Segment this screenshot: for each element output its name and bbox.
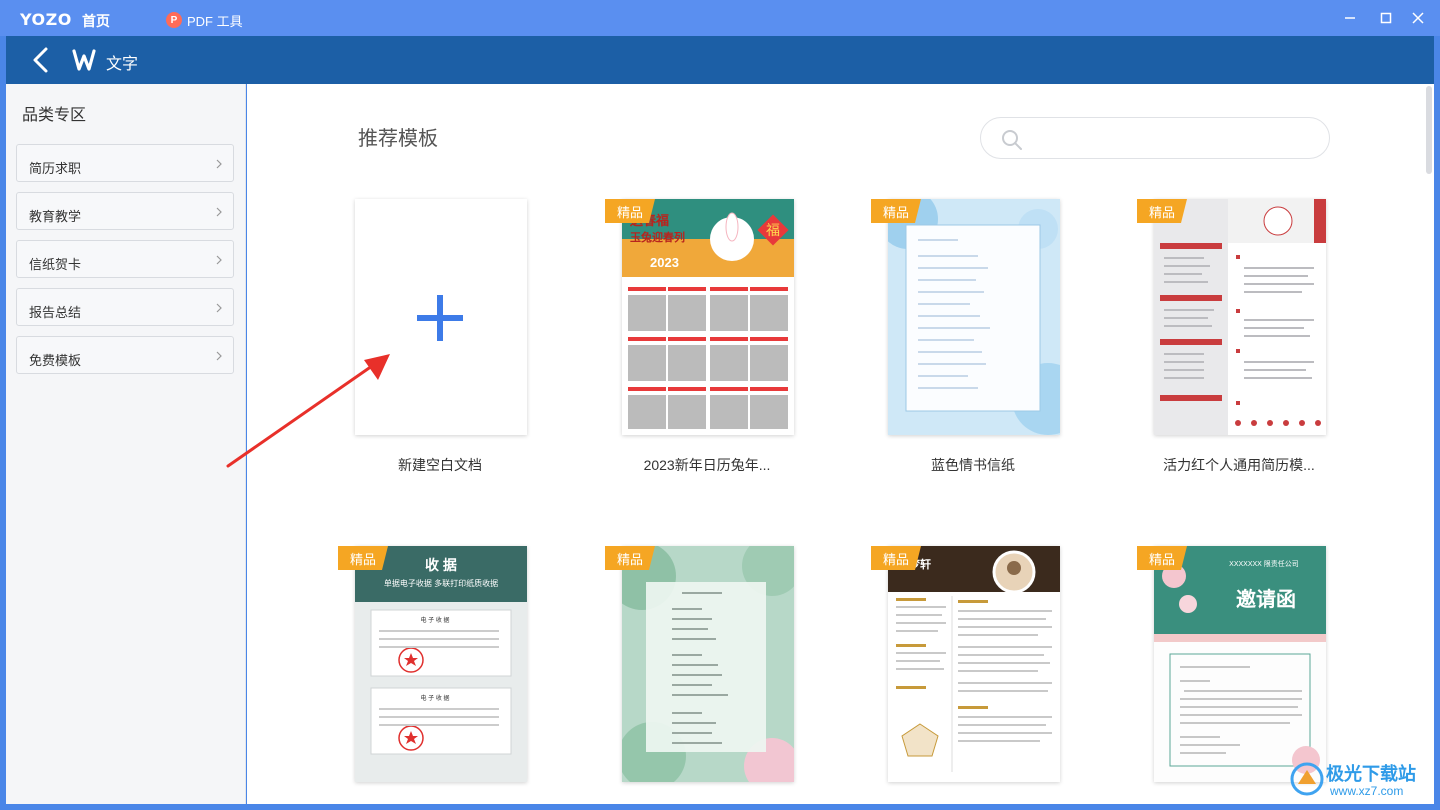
maximize-icon[interactable] bbox=[1376, 8, 1396, 28]
sidebar-item-resume[interactable]: 简历求职 bbox=[16, 144, 234, 182]
search-box[interactable] bbox=[980, 117, 1330, 159]
nav-bar: 文字 bbox=[6, 36, 1434, 84]
svg-text:XXXXXXX 限责任公司: XXXXXXX 限责任公司 bbox=[1229, 559, 1299, 568]
template-card-blue-letter[interactable] bbox=[888, 199, 1060, 435]
invitation-thumbnail: XXXXXXX 限责任公司 邀请函 bbox=[1154, 546, 1326, 782]
svg-text:电 子 收 据: 电 子 收 据 bbox=[420, 616, 449, 624]
close-icon[interactable] bbox=[1408, 8, 1428, 28]
template-card-red-resume[interactable] bbox=[1154, 199, 1326, 435]
sidebar-item-education[interactable]: 教育教学 bbox=[16, 192, 234, 230]
svg-text:收 据: 收 据 bbox=[425, 557, 457, 573]
minimize-icon[interactable] bbox=[1340, 8, 1360, 28]
letter-paper-thumbnail bbox=[888, 199, 1060, 435]
calendar-thumbnail: 福 送春福 玉兔迎春列 2023 bbox=[622, 199, 794, 435]
svg-text:单据电子收据 多联打印纸质收据: 单据电子收据 多联打印纸质收据 bbox=[384, 578, 498, 588]
template-title[interactable]: 活力红个人通用简历模... bbox=[1119, 455, 1359, 475]
tab-pdf-tools[interactable]: P PDF 工具 bbox=[166, 10, 243, 30]
template-card-invitation[interactable]: XXXXXXX 限责任公司 邀请函 bbox=[1154, 546, 1326, 782]
chevron-right-icon bbox=[216, 255, 222, 265]
watermark-url: www.xz7.com bbox=[1330, 784, 1404, 798]
chevron-right-icon bbox=[216, 159, 222, 169]
sidebar-item-label: 教育教学 bbox=[29, 209, 82, 224]
pdf-icon: P bbox=[166, 12, 182, 28]
back-arrow-icon[interactable] bbox=[30, 46, 54, 74]
resume-thumbnail bbox=[1154, 199, 1326, 435]
watermark-logo-icon bbox=[1290, 762, 1324, 796]
premium-badge: 精品 bbox=[1137, 199, 1187, 223]
svg-text:福: 福 bbox=[766, 222, 780, 238]
premium-badge: 精品 bbox=[338, 546, 388, 570]
template-gallery: 推荐模板 新建空白文档 福 送春福 玉兔迎春列 2023 bbox=[247, 84, 1434, 804]
template-title[interactable]: 蓝色情书信纸 bbox=[853, 455, 1093, 475]
premium-badge: 精品 bbox=[1137, 546, 1187, 570]
sidebar-item-label: 简历求职 bbox=[29, 161, 82, 176]
template-card-calendar[interactable]: 福 送春福 玉兔迎春列 2023 bbox=[622, 199, 794, 435]
app-brand: YOZO bbox=[20, 10, 72, 29]
premium-badge: 精品 bbox=[605, 199, 655, 223]
scrollbar-thumb[interactable] bbox=[1426, 86, 1432, 174]
sidebar-item-label: 报告总结 bbox=[29, 305, 82, 320]
tab-home[interactable]: 首页 bbox=[82, 11, 110, 31]
sidebar-title: 品类专区 bbox=[22, 107, 87, 124]
premium-badge: 精品 bbox=[871, 199, 921, 223]
premium-badge: 精品 bbox=[871, 546, 921, 570]
receipt-thumbnail: 收 据 单据电子收据 多联打印纸质收据 电 子 收 据 电 子 收 据 bbox=[355, 546, 527, 782]
sidebar-item-label: 免费模板 bbox=[29, 353, 82, 368]
template-card-receipt[interactable]: 收 据 单据电子收据 多联打印纸质收据 电 子 收 据 电 子 收 据 bbox=[355, 546, 527, 782]
chevron-right-icon bbox=[216, 303, 222, 313]
writer-logo-icon bbox=[72, 48, 96, 72]
template-card-floral-letter[interactable] bbox=[622, 546, 794, 782]
title-bar: YOZO 首页 P PDF 工具 bbox=[0, 0, 1440, 36]
watermark-text: 极光下载站 bbox=[1326, 764, 1416, 784]
nav-title: 文字 bbox=[106, 56, 139, 73]
sidebar-item-reports[interactable]: 报告总结 bbox=[16, 288, 234, 326]
svg-text:玉兔迎春列: 玉兔迎春列 bbox=[630, 230, 685, 244]
template-title[interactable]: 2023新年日历兔年... bbox=[587, 455, 827, 475]
sidebar-item-free-templates[interactable]: 免费模板 bbox=[16, 336, 234, 374]
search-icon bbox=[1002, 130, 1022, 150]
annotation-arrow bbox=[226, 354, 390, 468]
tab-pdf-tools-label: PDF 工具 bbox=[187, 13, 243, 29]
sidebar-item-letters-cards[interactable]: 信纸贺卡 bbox=[16, 240, 234, 278]
premium-badge: 精品 bbox=[605, 546, 655, 570]
section-title: 推荐模板 bbox=[358, 128, 438, 150]
svg-text:电 子 收 据: 电 子 收 据 bbox=[420, 694, 449, 702]
sidebar-item-label: 信纸贺卡 bbox=[29, 257, 82, 272]
template-card-photo-resume[interactable]: 李梦轩 bbox=[888, 546, 1060, 782]
svg-text:邀请函: 邀请函 bbox=[1236, 587, 1296, 611]
svg-text:2023: 2023 bbox=[650, 255, 679, 270]
chevron-right-icon bbox=[216, 207, 222, 217]
search-input[interactable] bbox=[1029, 127, 1309, 151]
watermark: 极光下载站 www.xz7.com bbox=[1290, 760, 1436, 804]
floral-letter-thumbnail bbox=[622, 546, 794, 782]
category-sidebar: 品类专区 简历求职 教育教学 信纸贺卡 报告总结 免费模板 bbox=[6, 84, 246, 804]
photo-resume-thumbnail: 李梦轩 bbox=[888, 546, 1060, 782]
